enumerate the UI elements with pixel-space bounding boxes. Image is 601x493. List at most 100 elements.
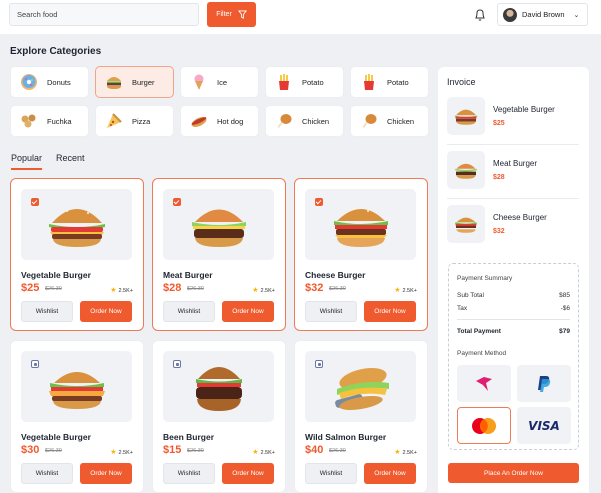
divider	[457, 319, 570, 320]
order-now-button[interactable]: Order Now	[80, 301, 132, 322]
category-pizza[interactable]: Pizza	[95, 105, 174, 137]
category-potato-2[interactable]: Potato	[350, 66, 429, 98]
wishlist-button[interactable]: Wishlist	[305, 301, 357, 322]
select-checkbox[interactable]	[315, 360, 323, 368]
category-hot-dog[interactable]: Hot dog	[180, 105, 259, 137]
tab-recent[interactable]: Recent	[56, 153, 85, 170]
invoice-item[interactable]: Meat Burger $28	[447, 151, 579, 193]
user-name: David Brown	[522, 10, 565, 19]
star-icon: ★	[252, 449, 259, 456]
category-label: Potato	[387, 77, 409, 87]
category-label: Chicken	[302, 116, 330, 126]
select-checkbox[interactable]	[31, 198, 39, 206]
divider	[447, 144, 579, 145]
order-now-button[interactable]: Order Now	[222, 463, 274, 484]
order-now-button[interactable]: Order Now	[222, 301, 274, 322]
total-value: $79	[559, 328, 570, 335]
order-now-button[interactable]: Order Now	[80, 463, 132, 484]
star-icon: ★	[110, 287, 117, 294]
category-label: Hot dog	[217, 116, 244, 126]
tax-label: Tax	[457, 305, 468, 312]
order-now-button[interactable]: Order Now	[364, 463, 416, 484]
total-row: Total Payment $79	[457, 328, 570, 335]
product-price: $28	[163, 282, 182, 294]
place-order-button[interactable]: Place An Order Now	[448, 463, 579, 483]
product-rating: ★ 2.5K+	[110, 287, 133, 294]
tab-popular[interactable]: Popular	[11, 153, 43, 170]
invoice-item-image	[447, 205, 485, 243]
select-checkbox[interactable]	[173, 198, 181, 206]
fuchka-icon	[19, 111, 39, 131]
product-rating: ★ 2.5K+	[394, 287, 417, 294]
sub-total-label: Sub Total	[457, 292, 484, 299]
rating-count: 2.5K+	[260, 287, 275, 294]
order-now-button[interactable]: Order Now	[364, 301, 416, 322]
category-donuts[interactable]: Donuts	[10, 66, 89, 98]
wishlist-button[interactable]: Wishlist	[21, 301, 73, 322]
payment-summary-title: Payment Summary	[457, 275, 513, 282]
rating-count: 2.5K+	[260, 449, 275, 456]
product-old-price: $26.30	[45, 448, 62, 454]
product-name: Cheese Burger	[305, 270, 366, 280]
product-rating: ★ 2.5K+	[252, 287, 275, 294]
wishlist-button[interactable]: Wishlist	[163, 301, 215, 322]
pizza-icon	[104, 111, 124, 131]
sub-total-row: Sub Total $85	[457, 292, 570, 299]
star-icon: ★	[394, 449, 401, 456]
product-old-price: $26.30	[45, 286, 62, 292]
product-card[interactable]: Wild Salmon Burger $40 $26.30 ★ 2.5K+ Wis…	[294, 340, 428, 493]
category-label: Fuchka	[47, 116, 72, 126]
star-icon: ★	[110, 449, 117, 456]
rating-count: 2.5K+	[118, 287, 133, 294]
tax-value: -$6	[560, 305, 570, 312]
category-label: Donuts	[47, 77, 71, 87]
product-name: Meat Burger	[163, 270, 213, 280]
product-price: $40	[305, 444, 324, 456]
product-rating: ★ 2.5K+	[252, 449, 275, 456]
product-card[interactable]: Vegetable Burger $30 $26.30 ★ 2.5K+ Wishl…	[10, 340, 144, 493]
invoice-item[interactable]: Vegetable Burger $25	[447, 97, 579, 139]
product-name: Been Burger	[163, 432, 215, 442]
product-price: $32	[305, 282, 324, 294]
product-card[interactable]: Cheese Burger $32 $26.30 ★ 2.5K+ Wishlist…	[294, 178, 428, 331]
select-checkbox[interactable]	[31, 360, 39, 368]
category-chicken-2[interactable]: Chicken	[350, 105, 429, 137]
product-card[interactable]: Been Burger $15 $26.30 ★ 2.5K+ Wishlist O…	[152, 340, 286, 493]
wishlist-button[interactable]: Wishlist	[163, 463, 215, 484]
select-checkbox[interactable]	[173, 360, 181, 368]
product-card[interactable]: Vegetable Burger $25 $26.30 ★ 2.5K+ Wishl…	[10, 178, 144, 331]
category-ice[interactable]: Ice	[180, 66, 259, 98]
visa-icon[interactable]: VISA	[517, 407, 571, 444]
category-fuchka[interactable]: Fuchka	[10, 105, 89, 137]
paypal-icon[interactable]	[517, 365, 571, 402]
filter-button[interactable]: Filter	[207, 2, 256, 27]
select-checkbox[interactable]	[315, 198, 323, 206]
invoice-item-name: Vegetable Burger	[493, 105, 555, 114]
chicken-icon	[274, 111, 294, 131]
category-chicken[interactable]: Chicken	[265, 105, 344, 137]
invoice-title: Invoice	[447, 77, 476, 87]
donut-icon	[19, 72, 39, 92]
user-menu[interactable]: David Brown ⌄	[497, 3, 588, 26]
invoice-item-image	[447, 97, 485, 135]
invoice-item-name: Cheese Burger	[493, 213, 547, 222]
rating-count: 2.5K+	[118, 449, 133, 456]
search-input[interactable]: Search food	[9, 3, 199, 26]
invoice-item[interactable]: Cheese Burger $32	[447, 205, 579, 247]
product-price: $25	[21, 282, 40, 294]
search-placeholder: Search food	[17, 10, 58, 19]
wishlist-button[interactable]: Wishlist	[305, 463, 357, 484]
category-label: Chicken	[387, 116, 415, 126]
mastercard-icon[interactable]	[457, 407, 511, 444]
tab-bar: Popular Recent	[11, 153, 85, 170]
product-rating: ★ 2.5K+	[394, 449, 417, 456]
avatar	[503, 7, 517, 22]
section-title: Explore Categories	[10, 46, 102, 57]
wishlist-button[interactable]: Wishlist	[21, 463, 73, 484]
category-burger[interactable]: Burger	[95, 66, 174, 98]
bell-icon[interactable]	[474, 8, 486, 22]
bird-pay-icon[interactable]	[457, 365, 511, 402]
category-potato[interactable]: Potato	[265, 66, 344, 98]
product-card[interactable]: Meat Burger $28 $26.30 ★ 2.5K+ Wishlist O…	[152, 178, 286, 331]
burger-icon	[104, 72, 124, 92]
